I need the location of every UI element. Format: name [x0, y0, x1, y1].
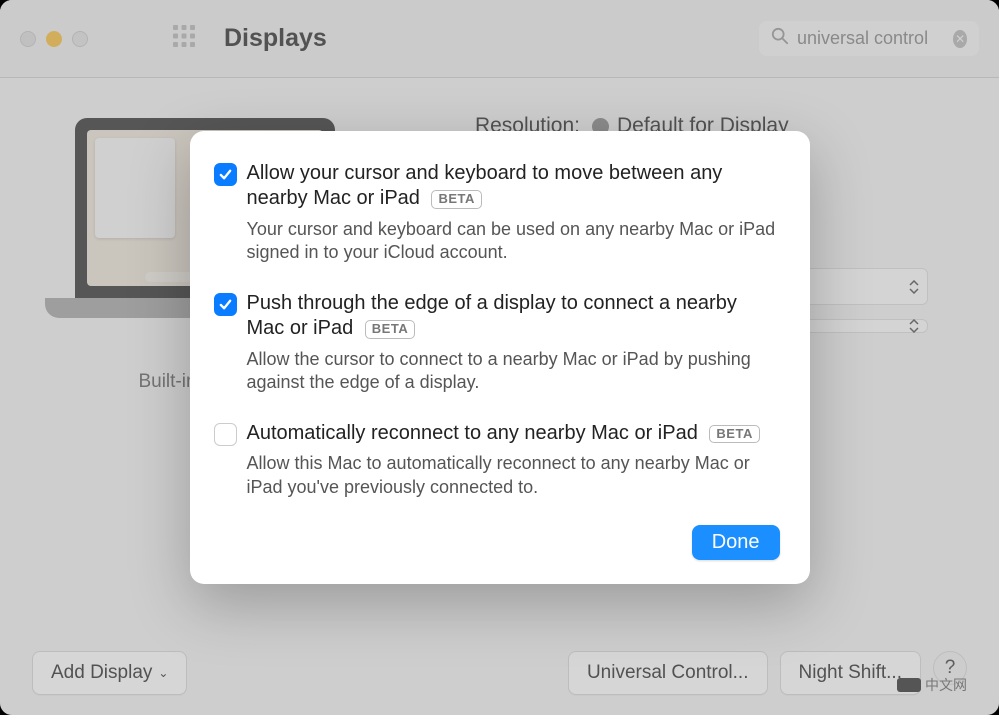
checkbox-allow-cursor[interactable] [214, 163, 237, 186]
option-content: Allow your cursor and keyboard to move b… [247, 161, 780, 265]
option-title: Push through the edge of a display to co… [247, 291, 780, 342]
checkbox-push-through[interactable] [214, 293, 237, 316]
dialog-footer: Done [214, 525, 780, 560]
footer: Add Display ⌄ Universal Control... Night… [0, 631, 999, 715]
option-title-text: Allow your cursor and keyboard to move b… [247, 162, 723, 210]
show-all-prefs-button[interactable] [172, 24, 196, 53]
option-content: Automatically reconnect to any nearby Ma… [247, 421, 780, 499]
option-content: Push through the edge of a display to co… [247, 291, 780, 395]
window: Displays ✕ Si Built-in Liquid R [0, 0, 999, 715]
universal-control-button[interactable]: Universal Control... [568, 651, 768, 695]
beta-badge: BETA [431, 190, 481, 209]
option-desc: Your cursor and keyboard can be used on … [247, 218, 780, 265]
page-title: Displays [224, 24, 327, 53]
beta-badge: BETA [365, 320, 415, 339]
option-row-auto-reconnect: Automatically reconnect to any nearby Ma… [214, 421, 780, 499]
search-icon [771, 27, 789, 50]
option-title-text: Push through the edge of a display to co… [247, 292, 737, 340]
titlebar: Displays ✕ [0, 0, 999, 78]
option-row-push-through: Push through the edge of a display to co… [214, 291, 780, 395]
beta-badge: BETA [709, 425, 759, 444]
laptop-screen-window [95, 138, 175, 238]
option-title: Allow your cursor and keyboard to move b… [247, 161, 780, 212]
minimize-window-button[interactable] [46, 31, 62, 47]
universal-control-dialog: Allow your cursor and keyboard to move b… [190, 131, 810, 584]
done-button[interactable]: Done [692, 525, 780, 560]
select-chevrons-icon [909, 280, 919, 294]
add-display-button[interactable]: Add Display ⌄ [32, 651, 187, 695]
option-title-text: Automatically reconnect to any nearby Ma… [247, 422, 698, 444]
watermark-text: 中文网 [925, 677, 967, 693]
checkbox-auto-reconnect[interactable] [214, 423, 237, 446]
traffic-lights [20, 31, 88, 47]
chevron-down-icon: ⌄ [158, 666, 168, 680]
nav-buttons-group [128, 30, 148, 48]
option-desc: Allow the cursor to connect to a nearby … [247, 348, 780, 395]
option-desc: Allow this Mac to automatically reconnec… [247, 452, 780, 499]
select-chevrons-icon [909, 319, 919, 333]
search-box[interactable]: ✕ [759, 21, 979, 56]
option-row-allow-cursor: Allow your cursor and keyboard to move b… [214, 161, 780, 265]
search-input[interactable] [797, 28, 947, 49]
search-clear-button[interactable]: ✕ [953, 30, 967, 48]
watermark-logo [897, 678, 921, 692]
option-title: Automatically reconnect to any nearby Ma… [247, 421, 780, 447]
maximize-window-button[interactable] [72, 31, 88, 47]
watermark: 中文网 [897, 675, 967, 695]
add-display-label: Add Display [51, 662, 152, 684]
close-window-button[interactable] [20, 31, 36, 47]
